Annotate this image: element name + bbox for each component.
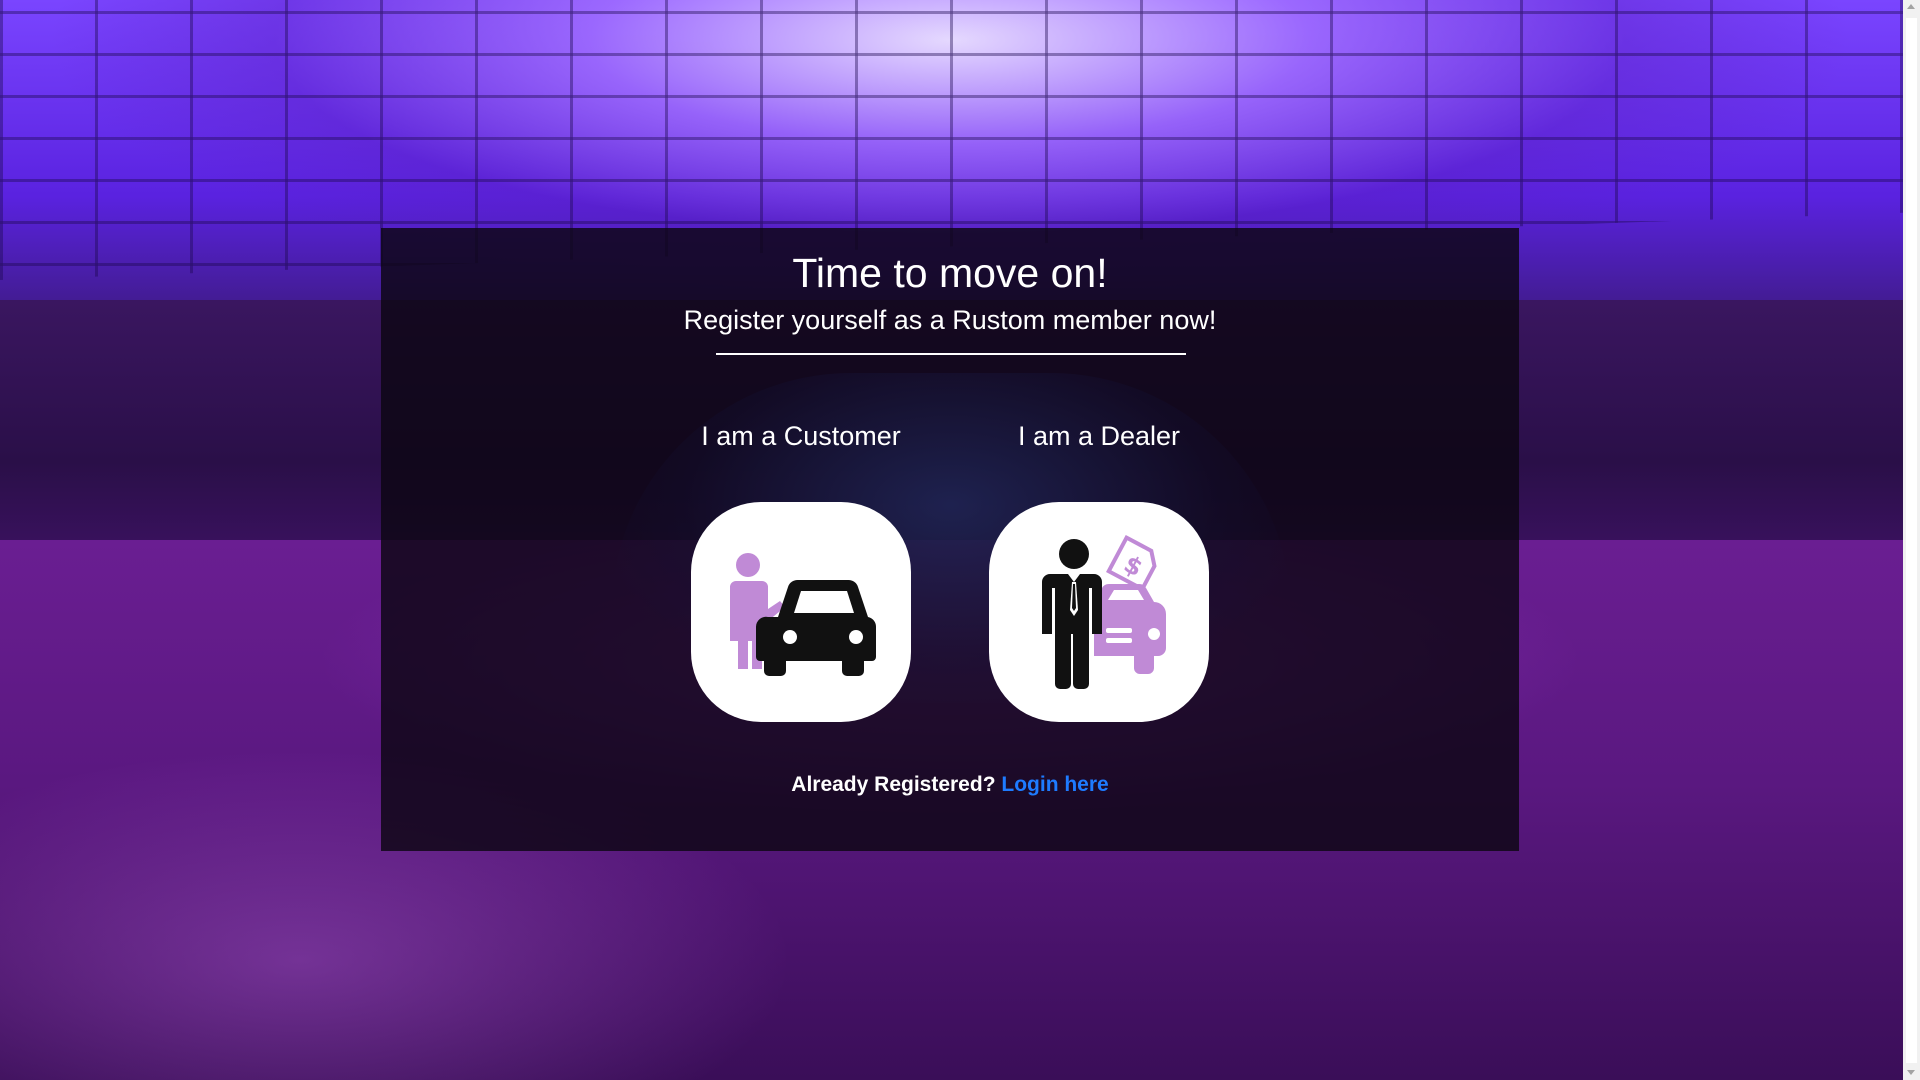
registration-panel: Time to move on! Register yourself as a … bbox=[381, 228, 1519, 851]
page-viewport: Time to move on! Register yourself as a … bbox=[0, 0, 1903, 1080]
customer-option: I am a Customer bbox=[681, 418, 921, 722]
page-title: Time to move on! bbox=[792, 250, 1108, 296]
scroll-up-arrow-icon[interactable] bbox=[1907, 4, 1915, 9]
customer-car-icon bbox=[730, 553, 877, 676]
title-divider bbox=[716, 353, 1186, 355]
page-subtitle: Register yourself as a Rustom member now… bbox=[683, 305, 1217, 335]
customer-register-button[interactable] bbox=[691, 502, 911, 722]
vertical-scrollbar[interactable] bbox=[1903, 0, 1920, 1080]
dealer-car-sale-icon: $ bbox=[1042, 534, 1166, 689]
dealer-option-label: I am a Dealer bbox=[1017, 421, 1181, 451]
dealer-option: I am a Dealer $ bbox=[979, 418, 1219, 722]
dealer-register-button[interactable]: $ bbox=[989, 502, 1209, 722]
login-link[interactable]: Login here bbox=[1001, 773, 1108, 796]
scrollbar-thumb[interactable] bbox=[1906, 18, 1917, 1063]
login-prompt-row: Already Registered? Login here bbox=[381, 773, 1519, 797]
scroll-down-arrow-icon[interactable] bbox=[1907, 1070, 1915, 1075]
already-registered-text: Already Registered? bbox=[791, 773, 996, 796]
customer-option-label: I am a Customer bbox=[701, 421, 901, 451]
